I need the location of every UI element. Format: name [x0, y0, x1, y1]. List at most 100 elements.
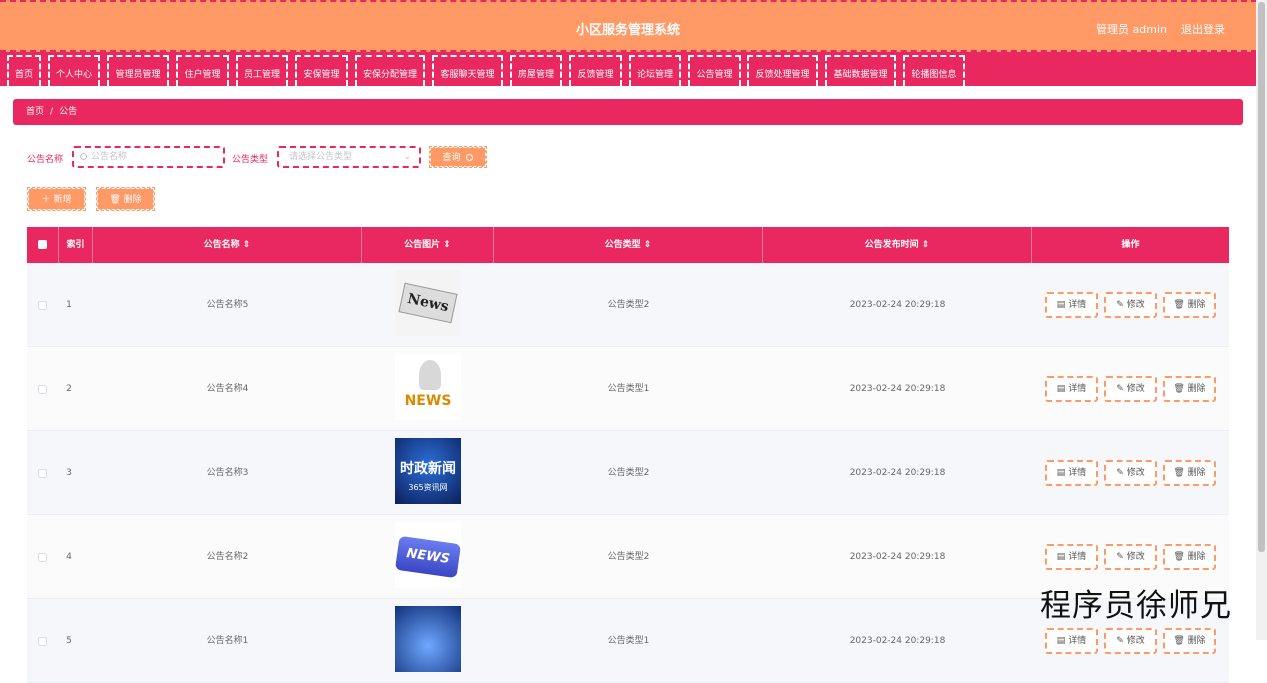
sort-icon: ⇕ — [242, 240, 251, 250]
row-checkbox[interactable] — [38, 469, 47, 478]
nav-item-profile[interactable]: 个人中心 — [48, 55, 100, 86]
row-index: 3 — [66, 468, 72, 478]
keyboard-key-image: NEWS — [394, 535, 462, 579]
trash-icon: 🗑 — [109, 195, 121, 205]
document-icon: ▤ — [1056, 300, 1066, 310]
row-checkbox[interactable] — [38, 301, 47, 310]
notice-name-input[interactable]: 公告名称 — [72, 146, 225, 168]
table-row: 2 公告名称4 NEWS 公告类型1 2023-02-24 20:29:18 ▤… — [27, 347, 1229, 431]
delete-button[interactable]: 🗑 删除 — [1163, 292, 1216, 318]
edit-button[interactable]: ✎ 修改 — [1104, 628, 1157, 654]
detail-button[interactable]: ▤ 详情 — [1045, 628, 1098, 654]
header-type[interactable]: 公告类型 ⇕ — [494, 227, 763, 263]
nav-bar: 首页 个人中心 管理员管理 住户管理 员工管理 安保管理 安保分配管理 客服聊天… — [0, 52, 1256, 86]
nav-item-chat[interactable]: 客服聊天管理 — [432, 55, 503, 86]
row-image[interactable]: 时政新闻 365资讯网 — [395, 438, 461, 504]
nav-item-admin[interactable]: 管理员管理 — [107, 55, 169, 86]
row-type: 公告类型2 — [607, 552, 650, 562]
edit-label: 修改 — [1126, 552, 1145, 562]
admin-user-label: 管理员 admin — [1096, 23, 1167, 36]
detail-button[interactable]: ▤ 详情 — [1045, 292, 1098, 318]
row-image[interactable]: NEWS — [394, 522, 462, 588]
nav-item-resident[interactable]: 住户管理 — [176, 55, 229, 86]
nav-item-carousel[interactable]: 轮播图信息 — [903, 55, 965, 86]
breadcrumb-separator: / — [50, 107, 54, 117]
breadcrumb: 首页 / 公告 — [13, 99, 1243, 125]
sort-icon: ⇕ — [443, 240, 451, 250]
query-button[interactable]: 查询 — [429, 146, 487, 168]
row-index: 4 — [66, 552, 72, 562]
header-index: 索引 — [59, 227, 93, 263]
query-label: 查询 — [442, 153, 461, 163]
figure-image — [419, 360, 441, 390]
logout-link[interactable]: 退出登录 — [1181, 21, 1225, 37]
detail-label: 详情 — [1068, 552, 1087, 562]
detail-button[interactable]: ▤ 详情 — [1045, 460, 1098, 486]
nav-item-feedback-handle[interactable]: 反馈处理管理 — [747, 55, 818, 86]
notice-type-placeholder: 请选择公告类型 — [289, 152, 353, 162]
edit-button[interactable]: ✎ 修改 — [1104, 376, 1157, 402]
row-type: 公告类型1 — [607, 384, 650, 394]
detail-label: 详情 — [1068, 468, 1087, 478]
trash-icon: 🗑 — [1173, 468, 1185, 478]
document-icon: ▤ — [1056, 552, 1066, 562]
row-image[interactable]: NEWS — [395, 354, 461, 420]
pencil-icon: ✎ — [1116, 552, 1124, 562]
row-checkbox[interactable] — [38, 637, 47, 646]
detail-label: 详情 — [1068, 384, 1087, 394]
edit-button[interactable]: ✎ 修改 — [1104, 460, 1157, 486]
row-checkbox[interactable] — [38, 385, 47, 394]
delete-button[interactable]: 🗑 删除 — [1163, 376, 1216, 402]
detail-label: 详情 — [1068, 300, 1087, 310]
select-all-checkbox[interactable] — [38, 240, 47, 249]
header-time-label: 公告发布时间 — [864, 240, 919, 250]
row-index: 1 — [66, 300, 72, 310]
nav-item-staff[interactable]: 员工管理 — [236, 55, 288, 86]
row-time: 2023-02-24 20:29:18 — [849, 636, 946, 646]
notice-type-label: 公告类型 — [232, 155, 269, 165]
row-image[interactable]: News — [395, 270, 461, 336]
header-type-label: 公告类型 — [604, 240, 641, 250]
scrollbar-thumb[interactable] — [1258, 2, 1265, 552]
edit-button[interactable]: ✎ 修改 — [1104, 544, 1157, 570]
delete-label: 删除 — [1187, 384, 1206, 394]
delete-button[interactable]: 🗑 删除 — [1163, 460, 1216, 486]
vertical-scrollbar[interactable] — [1256, 0, 1267, 640]
row-time: 2023-02-24 20:29:18 — [849, 468, 946, 478]
nav-item-house[interactable]: 房屋管理 — [510, 55, 562, 86]
header-time[interactable]: 公告发布时间 ⇕ — [763, 227, 1032, 263]
nav-item-home[interactable]: 首页 — [7, 55, 41, 86]
news-title-image: 时政新闻 — [400, 461, 456, 477]
add-button[interactable]: ＋ 新增 — [27, 187, 86, 211]
table-header: 索引 公告名称 ⇕ 公告图片 ⇕ 公告类型 ⇕ 公告发布时间 ⇕ 操作 — [27, 227, 1229, 263]
edit-button[interactable]: ✎ 修改 — [1104, 292, 1157, 318]
row-name: 公告名称4 — [206, 384, 249, 394]
row-name: 公告名称3 — [206, 468, 249, 478]
row-image[interactable] — [395, 606, 461, 672]
detail-button[interactable]: ▤ 详情 — [1045, 376, 1098, 402]
row-type: 公告类型2 — [607, 468, 650, 478]
trash-icon: 🗑 — [1173, 636, 1185, 646]
breadcrumb-home[interactable]: 首页 — [26, 107, 44, 117]
nav-item-notice[interactable]: 公告管理 — [688, 55, 741, 86]
detail-button[interactable]: ▤ 详情 — [1045, 544, 1098, 570]
header-image[interactable]: 公告图片 ⇕ — [362, 227, 494, 263]
notice-type-select[interactable]: 请选择公告类型 ⌄ — [277, 146, 421, 168]
nav-item-security-assign[interactable]: 安保分配管理 — [355, 55, 425, 86]
nav-item-security[interactable]: 安保管理 — [295, 55, 348, 86]
nav-item-forum[interactable]: 论坛管理 — [629, 55, 681, 86]
row-index: 2 — [66, 384, 72, 394]
select-all-cell — [27, 227, 59, 263]
row-name: 公告名称5 — [206, 300, 249, 310]
row-name: 公告名称1 — [206, 636, 249, 646]
nav-item-feedback[interactable]: 反馈管理 — [569, 55, 622, 86]
delete-label: 删除 — [1187, 300, 1206, 310]
row-checkbox[interactable] — [38, 553, 47, 562]
bulk-delete-button[interactable]: 🗑 删除 — [96, 187, 155, 211]
delete-button[interactable]: 🗑 删除 — [1163, 628, 1216, 654]
header-name[interactable]: 公告名称 ⇕ — [93, 227, 362, 263]
nav-item-base-data[interactable]: 基础数据管理 — [825, 55, 896, 86]
table-row: 1 公告名称5 News 公告类型2 2023-02-24 20:29:18 ▤… — [27, 263, 1229, 347]
delete-button[interactable]: 🗑 删除 — [1163, 544, 1216, 570]
app-title: 小区服务管理系统 — [575, 23, 680, 38]
